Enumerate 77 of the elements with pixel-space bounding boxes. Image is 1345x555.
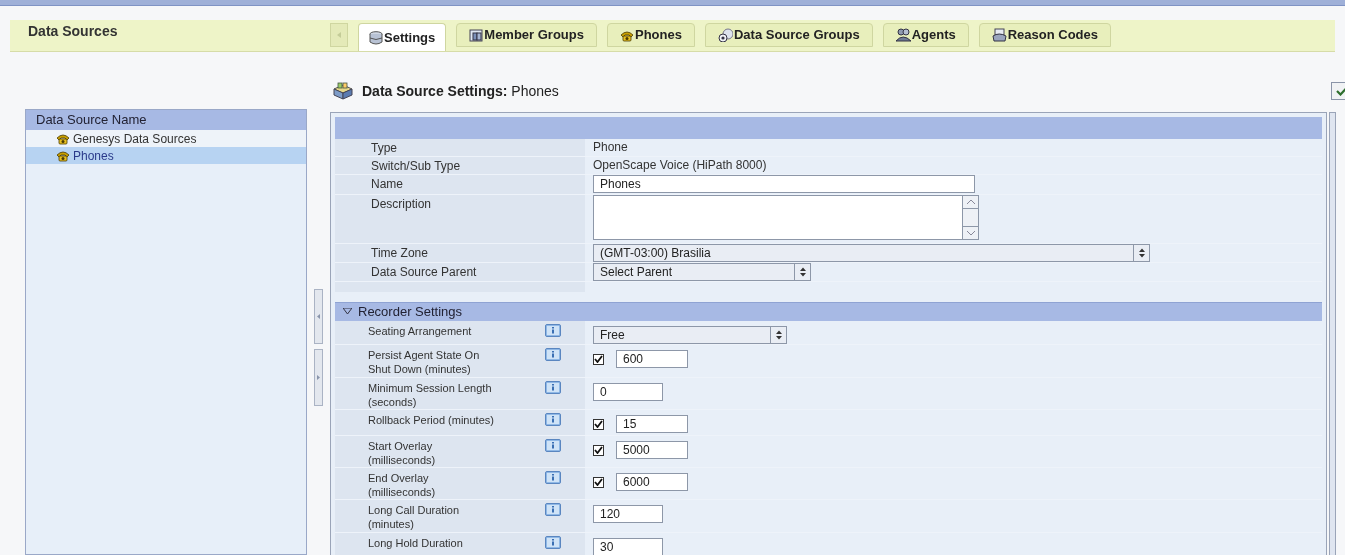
input-field[interactable]: 0 xyxy=(593,383,663,401)
field-label: Data Source Parent xyxy=(371,265,478,279)
info-icon xyxy=(545,324,561,337)
field-label: Start Overlay (milliseconds) xyxy=(368,439,437,467)
info-icon xyxy=(545,439,561,452)
field-label: Type xyxy=(371,141,398,155)
phone-icon xyxy=(56,149,70,162)
phone-icon xyxy=(56,132,70,145)
caret-left-icon xyxy=(337,32,341,38)
checkbox[interactable] xyxy=(593,444,604,456)
checkbox[interactable] xyxy=(593,476,604,488)
input-field[interactable]: 15 xyxy=(616,415,688,433)
checkmark-icon xyxy=(594,420,603,428)
phone-icon xyxy=(620,28,634,42)
tab[interactable]: Member Groups xyxy=(456,23,597,47)
tab[interactable]: Data Source Groups xyxy=(704,23,873,47)
info-icon xyxy=(545,381,561,394)
updown-icon xyxy=(1137,248,1146,258)
updown-icon xyxy=(798,267,807,277)
checkbox[interactable] xyxy=(593,353,604,365)
collapse-handle[interactable] xyxy=(314,289,323,344)
tab[interactable]: Phones xyxy=(607,23,695,47)
section-title: Data Sources xyxy=(27,22,119,41)
field-label: Long Hold Duration xyxy=(368,536,464,550)
group-icon xyxy=(469,28,484,42)
column-header: Data Source Name xyxy=(26,110,306,130)
field-label: Switch/Sub Type xyxy=(371,159,462,173)
checkmark-icon xyxy=(594,478,603,486)
input-field[interactable]: 6000 xyxy=(616,473,688,491)
checkmark-icon xyxy=(594,355,603,363)
database-icon xyxy=(369,30,383,45)
input-field[interactable]: Phones xyxy=(593,175,975,193)
caret-left-icon xyxy=(317,314,320,319)
box-icon xyxy=(332,82,354,100)
section-header[interactable]: Recorder Settings xyxy=(335,302,1322,321)
page-title: Data Source Settings: Phones xyxy=(362,81,559,101)
input-field[interactable]: 5000 xyxy=(616,441,688,459)
input-field[interactable]: 600 xyxy=(616,350,688,368)
tab[interactable]: Reason Codes xyxy=(978,23,1112,47)
field-label: Time Zone xyxy=(371,246,429,260)
globe-icon xyxy=(717,28,733,42)
info-icon xyxy=(545,413,561,426)
tree-item[interactable]: Genesys Data Sources xyxy=(26,130,306,147)
input-field[interactable]: 30 xyxy=(593,538,663,555)
people-icon xyxy=(895,28,911,42)
field-label: Name xyxy=(371,177,404,191)
field-label: Persist Agent State On Shut Down (minutes) xyxy=(368,348,481,376)
info-icon xyxy=(545,348,561,361)
tab[interactable]: Agents xyxy=(882,23,969,47)
field-label: Minimum Session Length (seconds) xyxy=(368,381,493,409)
info-icon xyxy=(545,536,561,549)
field-value: OpenScape Voice (HiPath 8000) xyxy=(593,157,768,173)
caret-down-icon xyxy=(343,307,352,317)
checkbox[interactable] xyxy=(593,418,604,430)
input-field[interactable]: 120 xyxy=(593,505,663,523)
caret-down-icon xyxy=(966,230,975,236)
dropdown[interactable]: Select Parent xyxy=(593,263,811,281)
caret-right-icon xyxy=(317,375,320,380)
text-area[interactable] xyxy=(593,195,979,240)
updown-icon xyxy=(774,330,783,340)
field-label: End Overlay (milliseconds) xyxy=(368,471,437,499)
field-label: Description xyxy=(371,197,433,211)
expand-handle[interactable] xyxy=(314,349,323,406)
field-label: Rollback Period (minutes) xyxy=(368,413,495,427)
field-value: Phone xyxy=(593,139,629,155)
checkmark-icon xyxy=(594,446,603,454)
caret-up-icon xyxy=(966,199,975,205)
field-label: Seating Arrangement xyxy=(368,324,473,338)
tab[interactable]: Settings xyxy=(358,23,447,51)
info-icon xyxy=(545,471,561,484)
dropdown[interactable]: Free xyxy=(593,326,787,344)
field-label: Long Call Duration (minutes) xyxy=(368,503,461,531)
phone-book-icon xyxy=(991,28,1007,42)
tree-item[interactable]: Phones xyxy=(26,147,306,164)
info-icon xyxy=(545,503,561,516)
dropdown[interactable]: (GMT-03:00) Brasilia xyxy=(593,244,1150,262)
checkmark-icon xyxy=(1336,86,1345,96)
